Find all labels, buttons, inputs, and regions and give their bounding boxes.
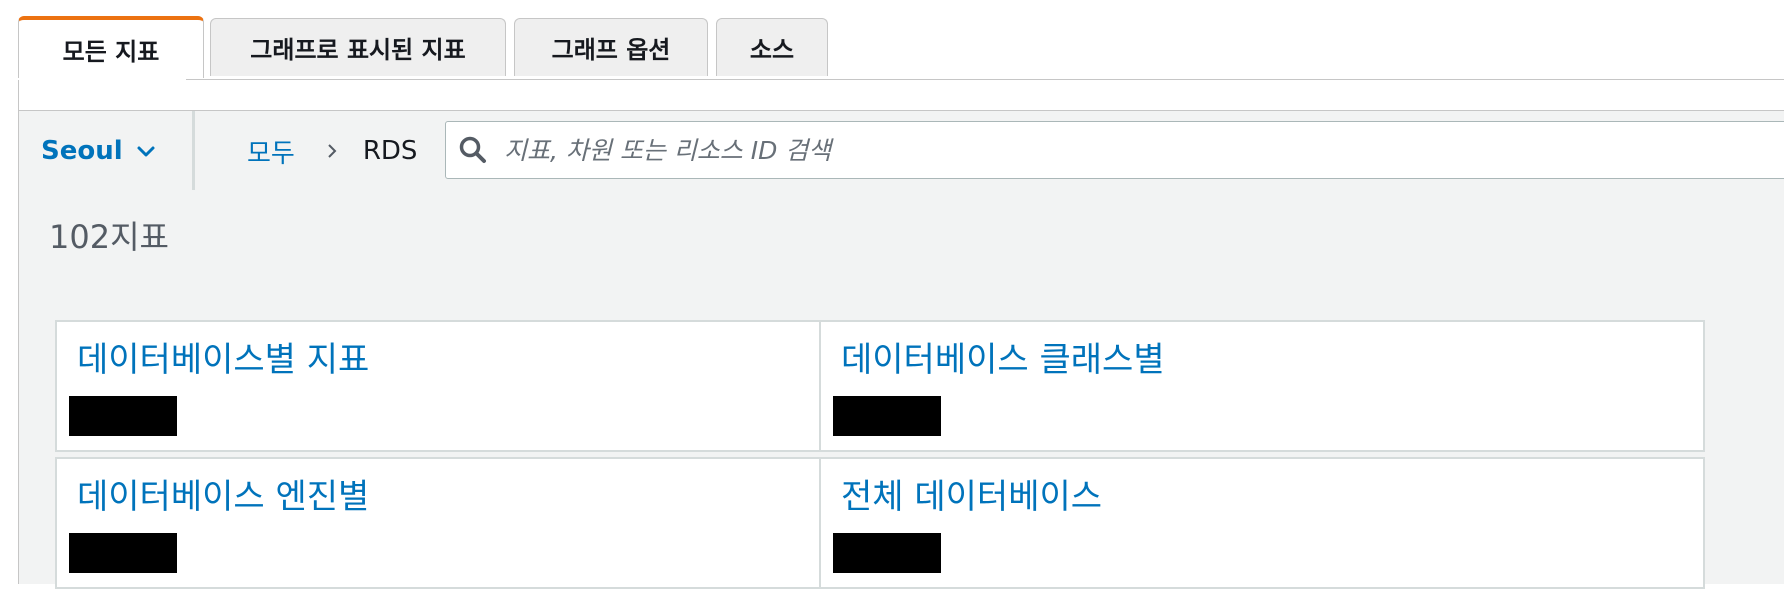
redacted-count	[833, 396, 941, 436]
region-label: Seoul	[41, 136, 123, 166]
search-box	[445, 121, 1784, 179]
metrics-count: 102지표	[49, 218, 169, 256]
breadcrumb: 모두 RDS	[247, 111, 417, 191]
redacted-count	[69, 396, 177, 436]
breadcrumb-current: RDS	[362, 136, 418, 166]
tab-graph-options[interactable]: 그래프 옵션	[514, 18, 708, 76]
metrics-panel: Seoul 모두 RDS 102지표 데이터베이스별 지표 데이	[18, 80, 1784, 589]
tab-graphed-metrics[interactable]: 그래프로 표시된 지표	[210, 18, 506, 76]
breadcrumb-all[interactable]: 모두	[247, 133, 295, 170]
card-title[interactable]: 데이터베이스 엔진별	[77, 469, 369, 518]
search-icon	[459, 136, 486, 163]
metric-card-by-class[interactable]: 데이터베이스 클래스별	[819, 320, 1705, 452]
chevron-right-icon	[328, 144, 337, 158]
metric-card-by-engine[interactable]: 데이터베이스 엔진별	[55, 457, 941, 589]
redacted-count	[833, 533, 941, 573]
tab-source[interactable]: 소스	[716, 18, 828, 76]
metrics-toolbar: Seoul 모두 RDS	[19, 110, 1784, 192]
search-input[interactable]	[502, 134, 1406, 166]
metrics-content: 102지표 데이터베이스별 지표 데이터베이스 클래스별 데이터베이스 엔진별 …	[19, 190, 1784, 589]
card-title[interactable]: 데이터베이스별 지표	[77, 332, 369, 381]
card-title[interactable]: 전체 데이터베이스	[841, 469, 1102, 518]
chevron-down-icon	[137, 146, 155, 157]
metric-card-all-databases[interactable]: 전체 데이터베이스	[819, 457, 1705, 589]
region-selector[interactable]: Seoul	[19, 111, 195, 191]
redacted-count	[69, 533, 177, 573]
tab-all-metrics[interactable]: 모든 지표	[18, 16, 204, 78]
card-title[interactable]: 데이터베이스 클래스별	[841, 332, 1165, 381]
metric-card-by-database[interactable]: 데이터베이스별 지표	[55, 320, 941, 452]
